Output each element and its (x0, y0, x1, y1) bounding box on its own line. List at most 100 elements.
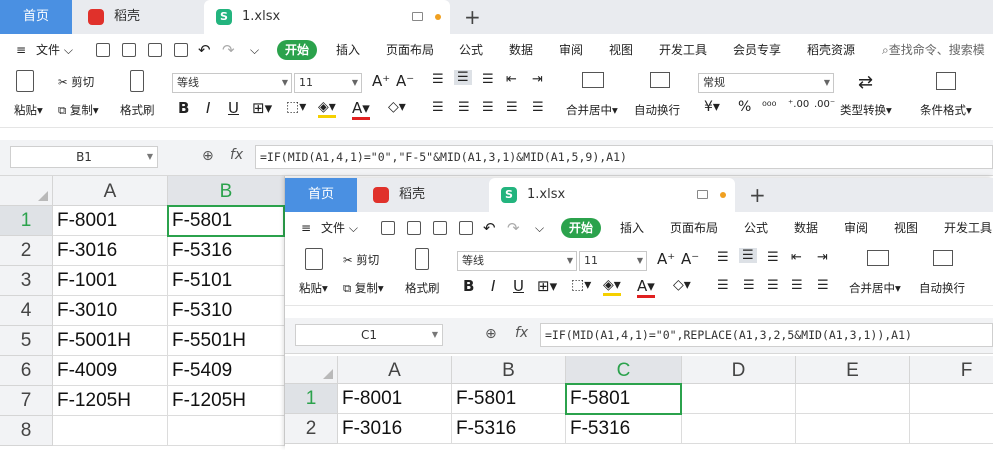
quick-access-dropdown-icon[interactable]: ⌵ (250, 34, 259, 66)
align-bottom-icon[interactable]: ☰ (767, 250, 779, 265)
font-size-select[interactable]: 11 ▼ (579, 251, 647, 271)
cell-a[interactable]: F-1001 (53, 266, 168, 296)
new-tab-plus-icon[interactable]: + (464, 0, 481, 34)
currency-icon[interactable]: ¥▾ (704, 99, 720, 115)
cell-style-icon[interactable]: ⬚▾ (571, 277, 591, 293)
column-header-a[interactable]: A (53, 176, 168, 206)
percent-icon[interactable]: % (738, 99, 751, 115)
cell-a[interactable]: F-3010 (53, 296, 168, 326)
increase-font-icon[interactable]: A⁺ (372, 72, 390, 90)
tab-document[interactable]: S 1.xlsx (204, 0, 450, 34)
indent-decrease-icon[interactable]: ⇤ (791, 250, 802, 265)
brush-icon[interactable] (415, 248, 429, 270)
hamburger-icon[interactable]: ≡ (16, 34, 26, 66)
font-size-select[interactable]: 11 ▼ (294, 73, 362, 93)
menu-insert[interactable]: 插入 (336, 34, 360, 66)
hamburger-icon[interactable]: ≡ (301, 212, 311, 244)
italic-icon[interactable]: I (206, 99, 210, 117)
distributed-icon[interactable]: ☰ (532, 100, 544, 115)
cell-a[interactable]: F-4009 (53, 356, 168, 386)
row-header[interactable]: 1 (0, 206, 53, 236)
formula-input[interactable]: =IF(MID(A1,4,1)="0",REPLACE(A1,3,2,5&MID… (540, 323, 993, 347)
copy-button[interactable]: ⧉ 复制▾ (58, 102, 99, 118)
font-color-icon[interactable]: A▾ (637, 277, 655, 298)
new-tab-plus-icon[interactable]: + (749, 178, 766, 212)
select-all-corner[interactable] (0, 176, 53, 206)
align-center-icon[interactable]: ☰ (458, 100, 470, 115)
cell-d[interactable] (682, 414, 796, 444)
menu-member[interactable]: 会员专享 (733, 34, 781, 66)
paste-button[interactable]: 粘贴▾ (14, 102, 43, 118)
wrap-icon[interactable] (933, 250, 953, 266)
indent-decrease-icon[interactable]: ⇤ (506, 72, 517, 87)
merge-icon[interactable] (867, 250, 889, 266)
row-header[interactable]: 1 (285, 384, 338, 414)
align-top-icon[interactable]: ☰ (432, 72, 444, 87)
increase-font-icon[interactable]: A⁺ (657, 250, 675, 268)
paste-icon[interactable] (305, 248, 323, 270)
monitor-icon[interactable] (697, 190, 708, 199)
tab-document[interactable]: S 1.xlsx (489, 178, 735, 212)
paste-icon[interactable] (16, 70, 34, 92)
cell-b[interactable]: F-5409 (168, 356, 285, 386)
merge-center-button[interactable]: 合并居中▾ (849, 280, 901, 296)
font-color-icon[interactable]: A▾ (352, 99, 370, 120)
column-header-d[interactable]: D (682, 356, 796, 384)
conditional-format-icon[interactable] (936, 72, 956, 90)
row-header[interactable]: 2 (0, 236, 53, 266)
convert-icon[interactable]: ⇄ (858, 72, 873, 93)
cell-b[interactable] (168, 416, 285, 446)
cell-e[interactable] (796, 414, 910, 444)
font-family-select[interactable]: 等线 ▼ (172, 73, 292, 93)
fx-icon[interactable]: fx (230, 147, 243, 163)
zoom-icon[interactable]: ⊕ (485, 326, 497, 342)
clear-icon[interactable]: ◇▾ (673, 277, 691, 293)
formula-input[interactable]: =IF(MID(A1,4,1)="0","F-5"&MID(A1,3,1)&MI… (255, 145, 993, 169)
menu-page-layout[interactable]: 页面布局 (386, 34, 434, 66)
cell-b[interactable]: F-5316 (452, 414, 566, 444)
underline-icon[interactable]: U (513, 277, 524, 295)
print-preview-icon[interactable] (459, 221, 473, 235)
row-header[interactable]: 3 (0, 266, 53, 296)
align-left-icon[interactable]: ☰ (432, 100, 444, 115)
tab-daoke[interactable]: 稻壳 (363, 178, 483, 212)
cell-a[interactable]: F-5001H (53, 326, 168, 356)
cell-f[interactable] (910, 414, 993, 444)
fill-color-icon[interactable]: ◈▾ (318, 99, 336, 118)
row-header[interactable]: 4 (0, 296, 53, 326)
menu-page-layout[interactable]: 页面布局 (670, 212, 718, 244)
undo-icon[interactable]: ↶ (198, 34, 211, 66)
cell-c[interactable]: F-5316 (566, 414, 682, 444)
menu-insert[interactable]: 插入 (620, 212, 644, 244)
fill-color-icon[interactable]: ◈▾ (603, 277, 621, 296)
cell-a[interactable] (53, 416, 168, 446)
tab-daoke[interactable]: 稻壳 (78, 0, 198, 34)
cell-b[interactable]: F-5316 (168, 236, 285, 266)
menu-data[interactable]: 数据 (794, 212, 818, 244)
border-icon[interactable]: ⊞▾ (537, 277, 557, 295)
row-header[interactable]: 2 (285, 414, 338, 444)
menu-formula[interactable]: 公式 (744, 212, 768, 244)
merge-icon[interactable] (582, 72, 604, 88)
row-header[interactable]: 5 (0, 326, 53, 356)
export-icon[interactable] (122, 43, 136, 57)
save-icon[interactable] (96, 43, 110, 57)
clear-icon[interactable]: ◇▾ (388, 99, 406, 115)
fx-icon[interactable]: fx (515, 325, 528, 341)
number-format-select[interactable]: 常规 ▼ (698, 73, 834, 93)
quick-access-dropdown-icon[interactable]: ⌵ (535, 212, 544, 244)
row-header[interactable]: 7 (0, 386, 53, 416)
format-painter-button[interactable]: 格式刷 (120, 102, 155, 118)
column-header-b[interactable]: B (168, 176, 285, 206)
export-icon[interactable] (407, 221, 421, 235)
border-icon[interactable]: ⊞▾ (252, 99, 272, 117)
cell-f[interactable] (910, 384, 993, 414)
menu-file[interactable]: 文件 ⌵ (36, 34, 73, 66)
copy-button[interactable]: ⧉ 复制▾ (343, 280, 384, 296)
menu-formula[interactable]: 公式 (459, 34, 483, 66)
align-center-icon[interactable]: ☰ (743, 278, 755, 293)
select-all-corner[interactable] (285, 356, 338, 384)
wrap-text-button[interactable]: 自动换行 (634, 102, 680, 118)
cell-a[interactable]: F-3016 (53, 236, 168, 266)
distributed-icon[interactable]: ☰ (817, 278, 829, 293)
